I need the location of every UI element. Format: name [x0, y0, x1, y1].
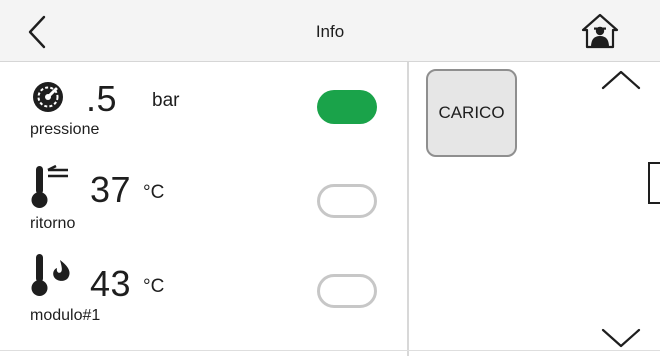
return-temp-unit: °C	[143, 182, 165, 203]
carico-button[interactable]: CARICO	[426, 69, 517, 157]
pressure-unit: bar	[152, 90, 180, 111]
page-title: Info	[315, 22, 345, 41]
panel-divider	[407, 62, 409, 356]
pressure-toggle[interactable]	[317, 90, 377, 124]
side-panel-handle[interactable]	[648, 162, 660, 204]
return-toggle[interactable]	[317, 184, 377, 218]
scroll-down-button[interactable]	[600, 326, 642, 350]
scroll-up-button[interactable]	[600, 68, 642, 92]
chevron-down-icon	[601, 328, 641, 348]
pressure-gauge-icon	[30, 79, 70, 120]
return-temp-value: 37	[90, 169, 132, 210]
module-temp-unit: °C	[143, 276, 165, 297]
thermometer-return-icon	[30, 164, 80, 215]
bottom-divider	[0, 350, 660, 351]
list-item-ritorno: 37 °C ritorno	[0, 156, 405, 250]
chevron-up-icon	[601, 70, 641, 90]
module-temp-value: 43	[90, 263, 132, 304]
list-item-pressione: .5 bar pressione	[0, 62, 405, 156]
list-item-modulo1: 43 °C modulo#1	[0, 250, 405, 344]
pressure-value: .5	[86, 78, 118, 119]
module-toggle[interactable]	[317, 274, 377, 308]
header-bar: Info	[0, 0, 660, 62]
module-temp-label: modulo#1	[30, 307, 101, 324]
pressure-label: pressione	[30, 121, 100, 138]
thermometer-flame-icon	[30, 250, 80, 305]
return-temp-label: ritorno	[30, 215, 76, 232]
home-user-icon	[581, 13, 619, 49]
home-button[interactable]	[580, 12, 620, 50]
